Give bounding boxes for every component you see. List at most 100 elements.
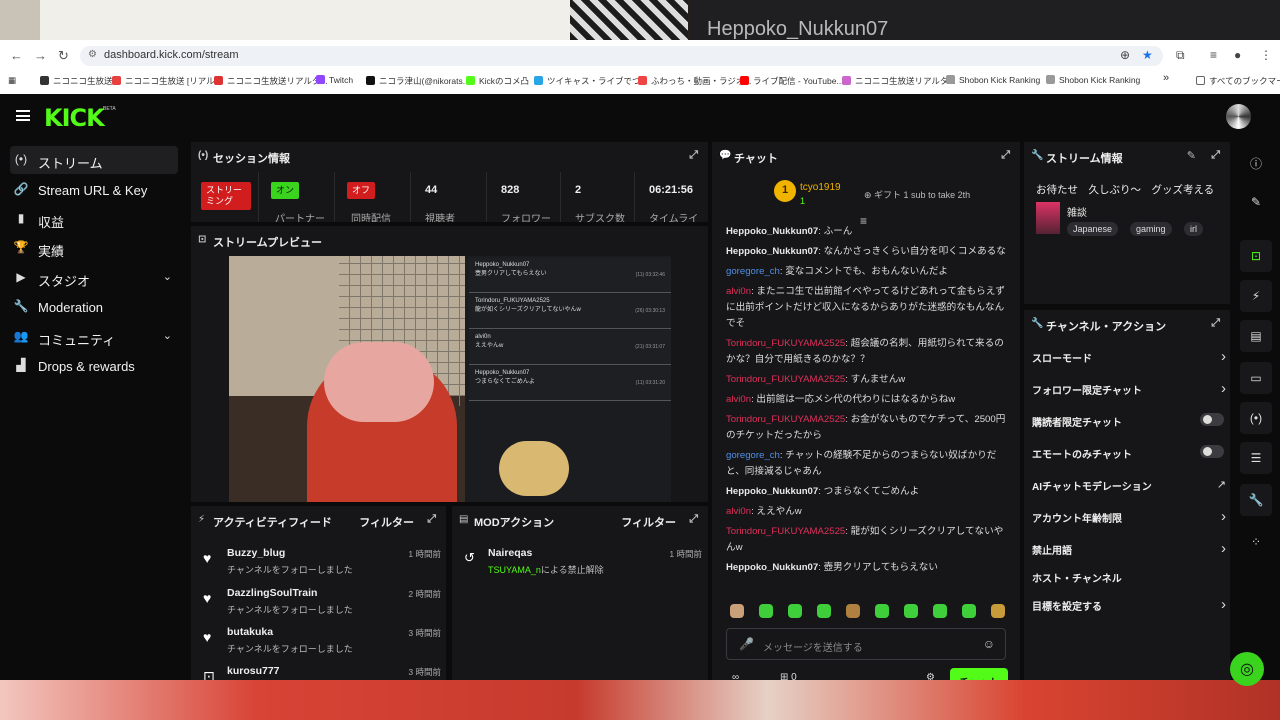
user-avatar[interactable]	[1226, 104, 1251, 129]
stream-video[interactable]: Heppoko_Nukkun07 壺男クリアしてもらえない (11) 03:32:4…	[229, 256, 671, 502]
more-icon[interactable]: ⁘	[1240, 526, 1272, 558]
kick-logo[interactable]: KICK	[44, 104, 105, 132]
chat-username[interactable]: alvi0n	[726, 286, 751, 297]
bookmark[interactable]: ツイキャス・ライブでつ...	[534, 75, 648, 87]
sidebar-item-drops-rewards[interactable]: ▟ Drops & rewards	[10, 352, 178, 380]
chat-username[interactable]: Torindoru_FUKUYAMA2525	[726, 338, 845, 349]
emote-icon[interactable]	[962, 604, 976, 618]
chat-username[interactable]: Heppoko_Nukkun07	[726, 226, 818, 237]
emote-icon[interactable]	[875, 604, 889, 618]
emoji-icon[interactable]: ☺	[983, 637, 995, 651]
site-settings-icon[interactable]: ⚙	[88, 49, 97, 60]
help-chat-button[interactable]: ◎	[1230, 652, 1264, 686]
chat-username[interactable]: goregore_ch	[726, 450, 780, 461]
pinned-user[interactable]: tcyo1919	[800, 182, 841, 193]
filter-button[interactable]: フィルター	[359, 514, 414, 530]
popout-icon[interactable]: ⤢	[1211, 317, 1220, 330]
toggle-switch[interactable]	[1200, 413, 1224, 426]
forward-icon[interactable]: →	[34, 48, 47, 63]
preview-toggle-icon[interactable]: ⊡	[1240, 240, 1272, 272]
address-bar[interactable]: ⚙ dashboard.kick.com/stream	[80, 46, 1163, 66]
chat-username[interactable]: Torindoru_FUKUYAMA2525	[726, 414, 845, 425]
emote-icon[interactable]	[933, 604, 947, 618]
settings-icon[interactable]: ⚙	[926, 672, 935, 680]
chat-username[interactable]: Heppoko_Nukkun07	[726, 486, 818, 497]
channel-action-row[interactable]: アカウント年齢制限 ›	[1032, 508, 1228, 538]
bookmark[interactable]: ふわっち・動画・ラジオ...	[638, 75, 751, 87]
chat-username[interactable]: alvi0n	[726, 394, 751, 405]
emote-icon[interactable]	[730, 604, 744, 618]
chat-input[interactable]: 🎤 メッセージを送信する ☺	[726, 628, 1006, 660]
bookmark[interactable]: Shobon Kick Ranking	[946, 75, 1040, 85]
infinity-icon[interactable]: ∞	[732, 672, 739, 680]
bookmark[interactable]: Shobon Kick Ranking	[1046, 75, 1140, 85]
bookmark[interactable]: ライブ配信 - YouTube...	[740, 75, 844, 87]
bookmark[interactable]: ニコラ津山(@nikorats...	[366, 75, 470, 87]
popout-icon[interactable]: ⤢	[427, 513, 436, 526]
menu-icon[interactable]: ⋮	[1260, 48, 1272, 62]
sidebar-item-stream-url-key[interactable]: 🔗 Stream URL & Key	[10, 176, 178, 204]
tag[interactable]: Japanese	[1067, 222, 1119, 236]
apps-icon[interactable]: ▦	[8, 75, 16, 86]
send-chat-button[interactable]: チャット	[950, 668, 1008, 680]
toggle-switch[interactable]	[1200, 445, 1224, 458]
popout-icon[interactable]: ⤢	[689, 149, 698, 162]
channel-action-row[interactable]: AIチャットモデレーション ↗	[1032, 478, 1228, 506]
extensions-icon[interactable]: ⧉	[1176, 48, 1185, 63]
popout-icon[interactable]: ⤢	[689, 513, 698, 526]
emote-icon[interactable]	[788, 604, 802, 618]
chat-icon[interactable]: ▭	[1240, 362, 1272, 394]
sidebar-item-stream[interactable]: (•) ストリーム	[10, 146, 178, 174]
edit-icon[interactable]: ✎	[1187, 149, 1196, 162]
popout-icon[interactable]: ⤢	[1211, 149, 1220, 162]
category-name[interactable]: 雑談	[1067, 204, 1087, 219]
popout-icon[interactable]: ⤢	[1001, 149, 1010, 162]
profile-icon[interactable]: ●	[1234, 48, 1241, 62]
bookmark[interactable]: ニコニコ生放送リアルタ...	[842, 75, 956, 87]
tag[interactable]: irl	[1184, 222, 1203, 236]
emote-icon[interactable]	[904, 604, 918, 618]
emote-icon[interactable]	[759, 604, 773, 618]
chat-username[interactable]: goregore_ch	[726, 266, 780, 277]
channel-action-row[interactable]: 目標を設定する ›	[1032, 596, 1228, 626]
wrench-icon[interactable]: 🔧	[1240, 484, 1272, 516]
channel-action-row[interactable]: スローモード ›	[1032, 348, 1228, 378]
bookmark[interactable]: ニコニコ生放送	[40, 75, 113, 87]
bookmark[interactable]: ニコニコ生放送 [リアル...	[112, 75, 222, 87]
sidebar-item-revenue[interactable]: ▮ 収益	[10, 205, 178, 233]
channel-action-row[interactable]: 禁止用語 ›	[1032, 540, 1228, 570]
reload-icon[interactable]: ↻	[58, 48, 69, 64]
chat-username[interactable]: alvi0n	[726, 506, 751, 517]
filter-button[interactable]: フィルター	[621, 514, 676, 530]
broadcast-icon[interactable]: (•)	[1240, 402, 1272, 434]
zoom-icon[interactable]: ⊕	[1120, 48, 1130, 62]
sidebar-item-moderation[interactable]: 🔧 Moderation	[10, 293, 178, 321]
emote-icon[interactable]	[817, 604, 831, 618]
emote-icon[interactable]	[991, 604, 1005, 618]
emote-icon[interactable]	[846, 604, 860, 618]
chat-username[interactable]: Torindoru_FUKUYAMA2525	[726, 374, 845, 385]
layout-icon[interactable]: ☰	[1240, 442, 1272, 474]
channel-action-row[interactable]: フォロワー限定チャット ›	[1032, 380, 1228, 410]
tag[interactable]: gaming	[1130, 222, 1172, 236]
document-icon[interactable]: ▤	[1240, 320, 1272, 352]
bolt-icon[interactable]: ⚡	[1240, 280, 1272, 312]
channel-action-row[interactable]: エモートのみチャット	[1032, 445, 1228, 474]
chat-username[interactable]: Heppoko_Nukkun07	[726, 562, 818, 573]
sidebar-item-achievements[interactable]: 🏆 実績	[10, 234, 178, 262]
bookmark[interactable]: Kickのコメ凸	[466, 75, 529, 87]
channel-action-row[interactable]: ホスト・チャンネル	[1032, 570, 1228, 598]
back-icon[interactable]: ←	[10, 48, 23, 63]
info-icon[interactable]: ⓘ	[1240, 146, 1272, 178]
more-bookmarks[interactable]: »	[1163, 72, 1169, 84]
tab-search-icon[interactable]: ≡	[1210, 48, 1217, 62]
bookmark[interactable]: ニコニコ生放送リアルタ...	[214, 75, 328, 87]
chat-username[interactable]: Torindoru_FUKUYAMA2525	[726, 526, 845, 537]
all-bookmarks[interactable]: すべてのブックマーク	[1196, 75, 1280, 87]
bookmark-star-icon[interactable]: ★	[1142, 48, 1153, 62]
edit-icon[interactable]: ✎	[1240, 186, 1272, 218]
hamburger-menu-icon[interactable]	[16, 110, 30, 121]
channel-action-row[interactable]: 購読者限定チャット	[1032, 413, 1228, 442]
sidebar-item-studio[interactable]: ▶ スタジオ ⌄	[10, 264, 178, 292]
chat-username[interactable]: Heppoko_Nukkun07	[726, 246, 818, 257]
